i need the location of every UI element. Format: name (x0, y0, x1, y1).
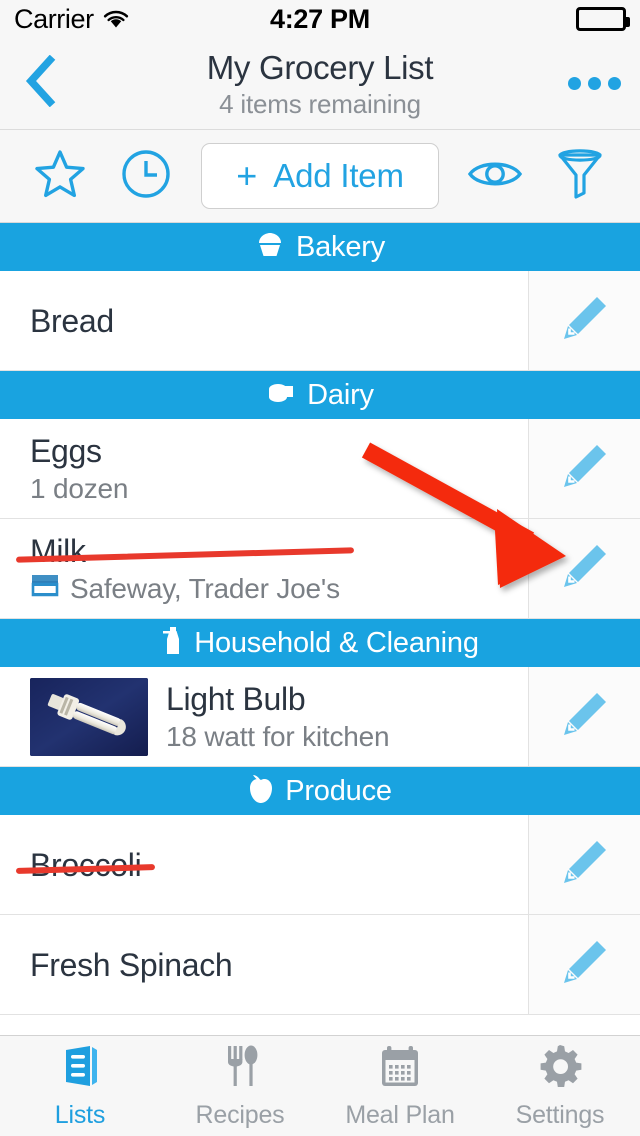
pencil-icon (559, 836, 611, 893)
bottom-tab-bar: Lists Recipes Meal Plan Settings (0, 1035, 640, 1136)
nav-bar: My Grocery List 4 items remaining (0, 38, 640, 130)
nav-title-block: My Grocery List 4 items remaining (90, 48, 550, 120)
item-content[interactable]: Light Bulb 18 watt for kitchen (0, 667, 528, 767)
clock-icon (120, 148, 172, 205)
list-item-row[interactable]: Light Bulb 18 watt for kitchen (0, 667, 640, 767)
action-toolbar: + Add Item (0, 130, 640, 223)
star-outline-icon (33, 148, 87, 205)
item-text-block: Eggs 1 dozen (30, 432, 128, 506)
fork-spoon-icon (216, 1042, 264, 1095)
grocery-list: Bakery Bread Dairy Eggs 1 dozen Milk Saf… (0, 223, 640, 1035)
page-title: My Grocery List (206, 48, 434, 86)
status-bar: Carrier 4:27 PM (0, 0, 640, 38)
item-name: Fresh Spinach (30, 946, 233, 983)
ellipsis-icon (567, 77, 581, 90)
edit-item-button[interactable] (528, 271, 640, 371)
store-names: Safeway, Trader Joe's (70, 572, 340, 604)
add-item-button[interactable]: + Add Item (201, 143, 439, 209)
list-item-row[interactable]: Eggs 1 dozen (0, 419, 640, 519)
list-item-row[interactable]: Fresh Spinach (0, 915, 640, 1015)
ellipsis-icon (607, 77, 621, 90)
status-bar-right (576, 7, 630, 31)
view-toggle-button[interactable] (465, 146, 525, 206)
list-item-row[interactable]: Bread (0, 271, 640, 371)
cupcake-icon (255, 231, 285, 264)
item-name: Light Bulb (166, 680, 306, 717)
calendar-icon (376, 1042, 424, 1095)
item-store-line: Safeway, Trader Joe's (30, 572, 340, 606)
item-text-block: Light Bulb 18 watt for kitchen (166, 680, 390, 754)
item-name: Milk (30, 532, 340, 570)
item-detail: 1 dozen (30, 472, 129, 504)
item-content[interactable]: Milk Safeway, Trader Joe's (0, 519, 528, 619)
tab-settings[interactable]: Settings (480, 1036, 640, 1136)
tab-label: Meal Plan (345, 1101, 455, 1129)
add-item-label: Add Item (273, 157, 404, 194)
section-header-dairy: Dairy (0, 371, 640, 419)
item-content[interactable]: Eggs 1 dozen (0, 419, 528, 519)
section-title: Bakery (295, 230, 386, 263)
section-title: Produce (285, 774, 392, 807)
item-thumbnail (30, 677, 148, 756)
edit-item-button[interactable] (528, 915, 640, 1015)
tab-label: Settings (515, 1101, 605, 1129)
item-name: Bread (30, 302, 114, 339)
section-title: Household & Cleaning (194, 626, 479, 659)
item-name: Broccoli (30, 846, 142, 883)
favorite-button[interactable] (30, 146, 90, 206)
tab-label: Lists (54, 1101, 106, 1129)
item-name: Eggs (30, 432, 102, 469)
plus-icon: + (236, 155, 258, 196)
eye-icon (466, 154, 524, 199)
back-button[interactable] (0, 54, 80, 112)
lists-icon (56, 1042, 104, 1095)
page-subtitle: 4 items remaining (219, 88, 421, 119)
item-text-block: Broccoli (30, 846, 142, 884)
list-item-row[interactable]: Broccoli (0, 815, 640, 915)
item-text-block: Fresh Spinach (30, 946, 233, 984)
item-text-block: Milk Safeway, Trader Joe's (30, 532, 340, 606)
list-item-row-milk[interactable]: Milk Safeway, Trader Joe's (0, 519, 640, 619)
app-screen: Carrier 4:27 PM My Grocery List 4 items … (0, 0, 640, 1136)
item-content[interactable]: Broccoli (0, 815, 528, 915)
tab-label: Recipes (195, 1101, 285, 1129)
edit-item-button[interactable] (528, 815, 640, 915)
pencil-icon (559, 440, 611, 497)
pencil-icon (559, 292, 611, 349)
store-icon (30, 572, 60, 606)
tab-lists[interactable]: Lists (0, 1036, 160, 1136)
tab-recipes[interactable]: Recipes (160, 1036, 320, 1136)
pencil-icon (559, 540, 611, 597)
section-header-produce: Produce (0, 767, 640, 815)
ellipsis-icon (587, 77, 601, 90)
apple-icon (248, 774, 274, 809)
pencil-icon (559, 688, 611, 745)
gear-icon (536, 1042, 584, 1095)
battery-full-icon (576, 7, 630, 31)
tab-meal-plan[interactable]: Meal Plan (320, 1036, 480, 1136)
recent-items-button[interactable] (116, 146, 176, 206)
section-header-bakery: Bakery (0, 223, 640, 271)
item-content[interactable]: Bread (0, 271, 528, 371)
edit-item-button[interactable] (528, 667, 640, 767)
chevron-left-icon (23, 54, 57, 112)
clock-time: 4:27 PM (270, 3, 370, 34)
item-content[interactable]: Fresh Spinach (0, 915, 528, 1015)
edit-item-button-milk[interactable] (528, 519, 640, 619)
more-options-button[interactable] (548, 77, 640, 90)
funnel-icon (555, 147, 605, 206)
pencil-icon (559, 936, 611, 993)
section-header-household: Household & Cleaning (0, 619, 640, 667)
item-detail: 18 watt for kitchen (166, 720, 390, 752)
filter-button[interactable] (550, 146, 610, 206)
cheese-icon (266, 379, 296, 412)
item-text-block: Bread (30, 302, 114, 340)
edit-item-button[interactable] (528, 419, 640, 519)
spray-bottle-icon (161, 625, 183, 662)
section-title: Dairy (307, 378, 374, 411)
